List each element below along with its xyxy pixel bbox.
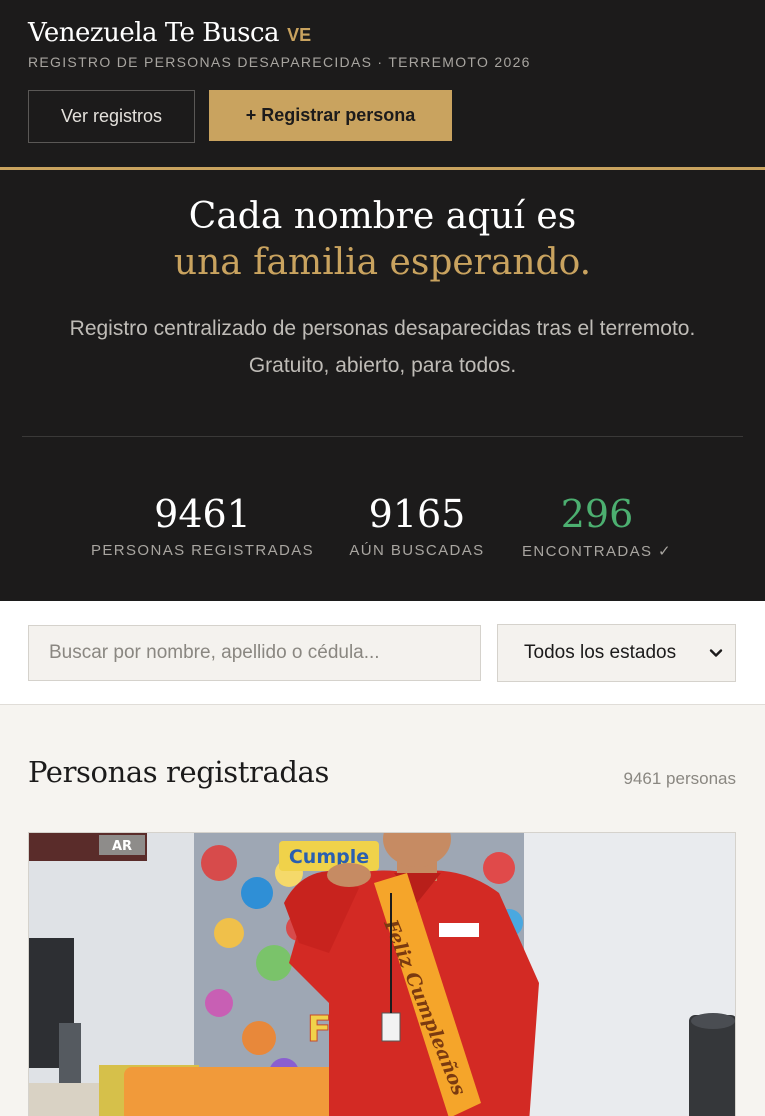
search-bar: Todos los estados [0,601,765,705]
stat-registered: 9461 PERSONAS REGISTRADAS [90,490,315,559]
hero-description-line2: Gratuito, abierto, para todos. [248,354,517,377]
hero-description: Registro centralizado de personas desapa… [0,310,765,384]
hero-heading-line1: Cada nombre aquí es [188,196,577,237]
list-count: 9461 personas [623,769,736,788]
person-card[interactable]: AR Cumple Feliz Cumpleaños [28,832,736,1116]
stat-still-searched-label: AÚN BUSCADAS [349,542,485,559]
stat-registered-label: PERSONAS REGISTRADAS [90,542,315,559]
stat-found: 296 ENCONTRADAS ✓ [519,490,675,560]
hero-description-line1: Registro centralizado de personas desapa… [69,317,696,340]
state-filter-value: Todos los estados [524,642,677,663]
hero-section: Cada nombre aquí es una familia esperand… [0,170,765,601]
state-filter-select[interactable]: Todos los estados [497,624,736,682]
register-person-button[interactable]: + Registrar persona [209,90,452,141]
site-header: Venezuela Te Busca VE REGISTRO DE PERSON… [0,0,765,170]
top-dark-area: Venezuela Te Busca VE REGISTRO DE PERSON… [0,0,765,601]
stat-found-value: 296 [560,492,634,536]
hero-heading-line2: una familia esperando. [173,242,592,283]
country-code-badge: VE [287,25,312,45]
list-title: Personas registradas [28,755,329,789]
header-actions: Ver registros + Registrar persona [28,90,737,143]
list-section: Personas registradas 9461 personas AR Cu… [0,705,765,1116]
stat-registered-value: 9461 [154,492,251,536]
stats-row: 9461 PERSONAS REGISTRADAS 9165 AÚN BUSCA… [0,490,765,560]
search-input[interactable] [28,625,481,681]
photo-sign-text: AR [112,839,132,854]
chevron-down-icon [709,649,723,657]
person-photo: AR Cumple Feliz Cumpleaños [29,833,735,1116]
site-subtitle: REGISTRO DE PERSONAS DESAPARECIDAS · TER… [28,54,531,70]
brand[interactable]: Venezuela Te Busca VE [28,18,737,48]
view-records-button[interactable]: Ver registros [28,90,195,143]
site-title[interactable]: Venezuela Te Busca [28,18,280,48]
stat-found-label: ENCONTRADAS ✓ [522,543,672,560]
stat-still-searched-value: 9165 [368,492,466,536]
stat-still-searched: 9165 AÚN BUSCADAS [345,490,489,559]
hero-divider [22,436,743,437]
